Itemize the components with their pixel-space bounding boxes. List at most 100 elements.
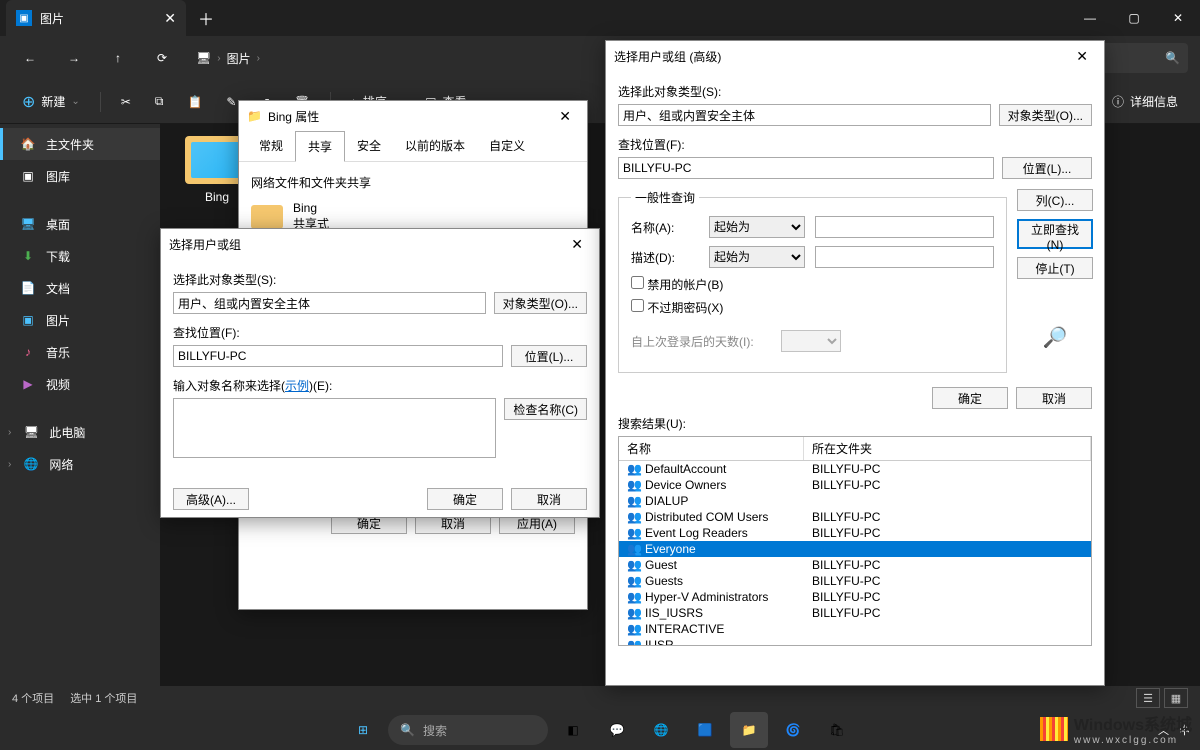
result-row[interactable]: 👥IUSR	[619, 637, 1091, 646]
tab-security[interactable]: 安全	[345, 131, 393, 161]
dialog-titlebar[interactable]: 选择用户或组 (高级) ✕	[606, 41, 1104, 71]
columns-button[interactable]: 列(C)...	[1017, 189, 1093, 211]
new-button[interactable]: ⊕新建⌄	[12, 86, 90, 118]
desc-query-input[interactable]	[815, 246, 994, 268]
results-label: 搜索结果(U):	[618, 415, 1092, 432]
object-type-input[interactable]	[618, 104, 991, 126]
cancel-button[interactable]: 取消	[511, 488, 587, 510]
app-generic[interactable]: 🟦	[686, 712, 724, 748]
grid-view-button[interactable]: ▦	[1164, 688, 1188, 708]
names-input[interactable]	[173, 398, 496, 458]
maximize-button[interactable]: ▢	[1112, 0, 1156, 36]
sidebar-item-documents[interactable]: 📄文档	[0, 272, 160, 304]
ok-button[interactable]: 确定	[932, 387, 1008, 409]
noexpire-checkbox[interactable]: 不过期密码(X)	[631, 299, 994, 316]
back-button[interactable]: ←	[12, 40, 48, 76]
sidebar-item-downloads[interactable]: ⬇下载	[0, 240, 160, 272]
details-button[interactable]: ⓘ详细信息	[1102, 86, 1188, 118]
cut-button[interactable]: ✂	[111, 86, 141, 118]
up-button[interactable]: ↑	[100, 40, 136, 76]
taskview-button[interactable]: ◧	[554, 712, 592, 748]
result-row[interactable]: 👥Hyper-V AdministratorsBILLYFU-PC	[619, 589, 1091, 605]
advanced-button[interactable]: 高级(A)...	[173, 488, 249, 510]
app-edge[interactable]: 🌀	[774, 712, 812, 748]
column-name[interactable]: 名称	[619, 437, 804, 460]
desc-condition-select[interactable]: 起始为	[709, 246, 805, 268]
locations-button[interactable]: 位置(L)...	[1002, 157, 1092, 179]
app-store[interactable]: 🛍	[818, 712, 856, 748]
location-input[interactable]	[618, 157, 994, 179]
result-row[interactable]: 👥GuestsBILLYFU-PC	[619, 573, 1091, 589]
app-explorer[interactable]: 📁	[730, 712, 768, 748]
sidebar-item-videos[interactable]: ▶视频	[0, 368, 160, 400]
name-condition-select[interactable]: 起始为	[709, 216, 805, 238]
forward-button[interactable]: →	[56, 40, 92, 76]
example-link[interactable]: 示例	[285, 379, 309, 393]
taskbar-search[interactable]: 🔍搜索	[388, 715, 548, 745]
tab-pictures[interactable]: ▣ 图片 ✕	[6, 0, 186, 36]
check-names-button[interactable]: 检查名称(C)	[504, 398, 587, 420]
result-row[interactable]: 👥IIS_IUSRSBILLYFU-PC	[619, 605, 1091, 621]
close-button[interactable]: ✕	[1156, 0, 1200, 36]
cancel-button[interactable]: 取消	[1016, 387, 1092, 409]
location-input[interactable]	[173, 345, 503, 367]
tab-general[interactable]: 常规	[247, 131, 295, 161]
result-row[interactable]: 👥Distributed COM UsersBILLYFU-PC	[619, 509, 1091, 525]
find-now-button[interactable]: 立即查找(N)	[1017, 219, 1093, 249]
sidebar-item-gallery[interactable]: ▣图库	[0, 160, 160, 192]
ok-button[interactable]: 确定	[427, 488, 503, 510]
minimize-button[interactable]: —	[1068, 0, 1112, 36]
tab-close-icon[interactable]: ✕	[164, 10, 176, 27]
days-select[interactable]	[781, 330, 841, 352]
app-chat[interactable]: 💬	[598, 712, 636, 748]
sidebar-item-pictures[interactable]: ▣图片	[0, 304, 160, 336]
close-icon[interactable]: ✕	[551, 106, 579, 127]
object-types-button[interactable]: 对象类型(O)...	[999, 104, 1092, 126]
stop-button[interactable]: 停止(T)	[1017, 257, 1093, 279]
dialog-titlebar[interactable]: 📁 Bing 属性 ✕	[239, 101, 587, 131]
statusbar: 4 个项目 选中 1 个项目 ☰ ▦	[0, 686, 1200, 710]
tab-share[interactable]: 共享	[295, 131, 345, 162]
close-icon[interactable]: ✕	[563, 234, 591, 255]
result-row[interactable]: 👥Everyone	[619, 541, 1091, 557]
sidebar-item-network[interactable]: ›🌐网络	[0, 448, 160, 480]
search-icon: 🔍	[400, 723, 415, 737]
result-row[interactable]: 👥DefaultAccountBILLYFU-PC	[619, 461, 1091, 477]
watermark-url: www.wxclgg.com	[1074, 735, 1192, 746]
object-type-input[interactable]	[173, 292, 486, 314]
download-icon: ⬇	[20, 248, 36, 264]
sidebar-item-home[interactable]: 🏠主文件夹	[0, 128, 160, 160]
result-row[interactable]: 👥DIALUP	[619, 493, 1091, 509]
result-row[interactable]: 👥Event Log ReadersBILLYFU-PC	[619, 525, 1091, 541]
tab-custom[interactable]: 自定义	[477, 131, 537, 161]
copy-button[interactable]: ⧉	[145, 86, 174, 118]
app-chrome[interactable]: 🌐	[642, 712, 680, 748]
network-icon: 🌐	[23, 456, 39, 472]
result-row[interactable]: 👥GuestBILLYFU-PC	[619, 557, 1091, 573]
sidebar-item-music[interactable]: ♪音乐	[0, 336, 160, 368]
locations-button[interactable]: 位置(L)...	[511, 345, 587, 367]
tab-previous[interactable]: 以前的版本	[393, 131, 477, 161]
new-tab-button[interactable]: ＋	[186, 6, 226, 30]
start-button[interactable]: ⊞	[344, 712, 382, 748]
list-view-button[interactable]: ☰	[1136, 688, 1160, 708]
picture-icon: ▣	[16, 10, 32, 26]
sidebar-item-thispc[interactable]: ›🖥此电脑	[0, 416, 160, 448]
results-list[interactable]: 名称 所在文件夹 👥DefaultAccountBILLYFU-PC👥Devic…	[618, 436, 1092, 646]
path-segment[interactable]: 图片	[227, 50, 251, 67]
result-row[interactable]: 👥INTERACTIVE	[619, 621, 1091, 637]
refresh-button[interactable]: ⟳	[144, 40, 180, 76]
principal-icon: 👥	[627, 526, 643, 538]
object-types-button[interactable]: 对象类型(O)...	[494, 292, 587, 314]
close-icon[interactable]: ✕	[1068, 46, 1096, 67]
name-query-input[interactable]	[815, 216, 994, 238]
sidebar-item-desktop[interactable]: 🖥桌面	[0, 208, 160, 240]
disabled-checkbox[interactable]: 禁用的帐户(B)	[631, 276, 994, 293]
paste-button[interactable]: 📋	[177, 86, 212, 118]
dialog-titlebar[interactable]: 选择用户或组 ✕	[161, 229, 599, 259]
result-row[interactable]: 👥Device OwnersBILLYFU-PC	[619, 477, 1091, 493]
column-folder[interactable]: 所在文件夹	[804, 437, 1091, 460]
days-label: 自上次登录后的天数(I):	[631, 333, 771, 350]
principal-icon: 👥	[627, 606, 643, 618]
dialog-title: Bing 属性	[268, 108, 319, 125]
